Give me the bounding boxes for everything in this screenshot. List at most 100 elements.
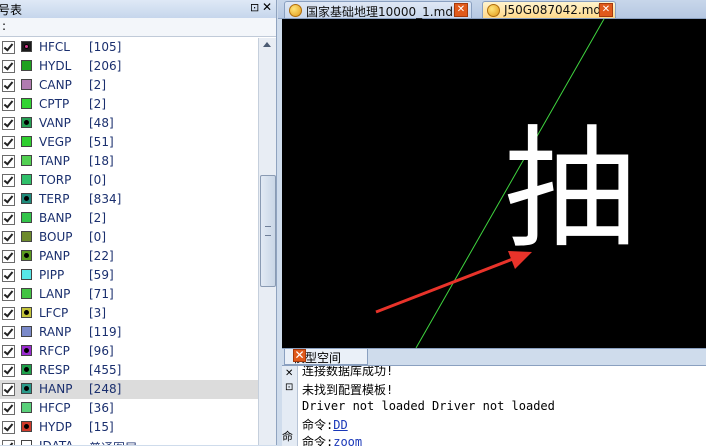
layer-visibility-checkbox[interactable] — [2, 307, 15, 320]
layer-visibility-checkbox[interactable] — [2, 231, 15, 244]
layer-count: [51] — [89, 135, 114, 149]
layer-name: TERP — [39, 192, 70, 206]
tab-close-icon[interactable]: ✕ — [454, 3, 468, 17]
layer-visibility-checkbox[interactable] — [2, 136, 15, 149]
layer-name: HFCL — [39, 40, 70, 54]
layer-row[interactable]: HANP [248] — [0, 380, 258, 399]
layer-row[interactable]: CANP [2] — [0, 76, 258, 95]
layer-count: [834] — [89, 192, 122, 206]
layer-row[interactable]: RESP [455] — [0, 361, 258, 380]
layer-visibility-checkbox[interactable] — [2, 117, 15, 130]
pin-icon[interactable]: ⊡ — [250, 1, 259, 14]
close-icon[interactable]: ✕ — [262, 0, 272, 14]
grip-icon — [265, 226, 271, 236]
area-swatch-icon — [21, 269, 32, 280]
point-swatch-icon — [21, 307, 32, 318]
layer-visibility-checkbox[interactable] — [2, 345, 15, 358]
layer-row[interactable]: HFCL [105] — [0, 38, 258, 57]
area-swatch-icon — [21, 155, 32, 166]
layer-visibility-checkbox[interactable] — [2, 326, 15, 339]
tab-label: 国家基础地理10000_1.mdb — [306, 5, 461, 19]
layer-visibility-checkbox[interactable] — [2, 440, 15, 445]
layer-row[interactable]: RANP [119] — [0, 323, 258, 342]
layer-visibility-checkbox[interactable] — [2, 383, 15, 396]
layer-count: [0] — [89, 173, 106, 187]
tab-document-2[interactable]: J50G087042.mdb ✕ — [482, 1, 616, 18]
layer-visibility-checkbox[interactable] — [2, 212, 15, 225]
console-sidebar: ✕ ⊡ 命令 — [282, 366, 298, 446]
scrollbar-thumb[interactable] — [260, 175, 276, 287]
console-line: 连接数据库成功! — [302, 365, 394, 378]
tab-close-icon[interactable]: ✕ — [293, 349, 306, 362]
command-prefix: 命令: — [302, 418, 334, 432]
layer-row[interactable]: BOUP [0] — [0, 228, 258, 247]
layer-row[interactable]: LFCP [3] — [0, 304, 258, 323]
layer-visibility-checkbox[interactable] — [2, 98, 15, 111]
layer-row[interactable]: TERP [834] — [0, 190, 258, 209]
layer-visibility-checkbox[interactable] — [2, 60, 15, 73]
tab-label: J50G087042.mdb — [504, 3, 609, 17]
layer-count: [3] — [89, 306, 106, 320]
layer-row[interactable]: TANP [18] — [0, 152, 258, 171]
layer-count: [36] — [89, 401, 114, 415]
layer-row[interactable]: HYDL [206] — [0, 57, 258, 76]
point-swatch-icon — [21, 383, 32, 394]
layer-row[interactable]: IDATA 普通图层 — [0, 437, 258, 445]
layer-name: HFCP — [39, 401, 71, 415]
layer-row[interactable]: VANP [48] — [0, 114, 258, 133]
command-link[interactable]: zoom — [333, 435, 362, 446]
layer-name: LFCP — [39, 306, 69, 320]
tab-close-icon[interactable]: ✕ — [599, 3, 613, 17]
layer-row[interactable]: HYDP [15] — [0, 418, 258, 437]
line-swatch-icon — [21, 41, 32, 52]
layer-row[interactable]: LANP [71] — [0, 285, 258, 304]
layer-name: BANP — [39, 211, 72, 225]
layer-row[interactable]: PIPP [59] — [0, 266, 258, 285]
point-swatch-icon — [21, 250, 32, 261]
layer-count: [15] — [89, 420, 114, 434]
console-line: 命令:DD — [302, 416, 348, 433]
layer-visibility-checkbox[interactable] — [2, 269, 15, 282]
layer-panel-title: 号表 — [0, 3, 23, 17]
layer-visibility-checkbox[interactable] — [2, 155, 15, 168]
layer-name: RANP — [39, 325, 72, 339]
layer-visibility-checkbox[interactable] — [2, 41, 15, 54]
layer-row[interactable]: BANP [2] — [0, 209, 258, 228]
layer-visibility-checkbox[interactable] — [2, 288, 15, 301]
layer-visibility-checkbox[interactable] — [2, 250, 15, 263]
layer-row[interactable]: PANP [22] — [0, 247, 258, 266]
layer-count: [119] — [89, 325, 122, 339]
layer-row[interactable]: TORP [0] — [0, 171, 258, 190]
area-swatch-icon — [21, 326, 32, 337]
scroll-up-icon[interactable] — [263, 42, 271, 47]
layer-count: [48] — [89, 116, 114, 130]
layer-visibility-checkbox[interactable] — [2, 79, 15, 92]
layer-count: [2] — [89, 97, 106, 111]
layer-name: RFCP — [39, 344, 70, 358]
layer-row[interactable]: RFCP [96] — [0, 342, 258, 361]
layer-visibility-checkbox[interactable] — [2, 364, 15, 377]
pin-icon[interactable]: ⊡ — [285, 382, 293, 393]
layer-list-scrollbar[interactable] — [258, 38, 276, 445]
layer-name: VEGP — [39, 135, 72, 149]
layer-visibility-checkbox[interactable] — [2, 421, 15, 434]
layer-visibility-checkbox[interactable] — [2, 193, 15, 206]
layer-count: [2] — [89, 211, 106, 225]
layer-row[interactable]: CPTP [2] — [0, 95, 258, 114]
layer-visibility-checkbox[interactable] — [2, 402, 15, 415]
map-drawing: 抽 — [375, 19, 636, 348]
command-link[interactable]: DD — [333, 418, 347, 432]
layer-name: CPTP — [39, 97, 70, 111]
layer-count: [248] — [89, 382, 122, 396]
layer-row[interactable]: VEGP [51] — [0, 133, 258, 152]
model-space-tabbar: 模型空间 ✕ — [282, 348, 706, 365]
layer-row[interactable]: HFCP [36] — [0, 399, 258, 418]
tab-document-1[interactable]: 国家基础地理10000_1.mdb ✕ — [284, 1, 472, 19]
area-swatch-icon — [21, 98, 32, 109]
layer-visibility-checkbox[interactable] — [2, 174, 15, 187]
layer-panel-toolbar: : — [0, 18, 276, 37]
layer-count: [455] — [89, 363, 122, 377]
tab-model-space[interactable]: 模型空间 ✕ — [284, 349, 368, 365]
close-icon[interactable]: ✕ — [285, 368, 293, 379]
map-canvas[interactable]: 抽 — [282, 19, 706, 348]
